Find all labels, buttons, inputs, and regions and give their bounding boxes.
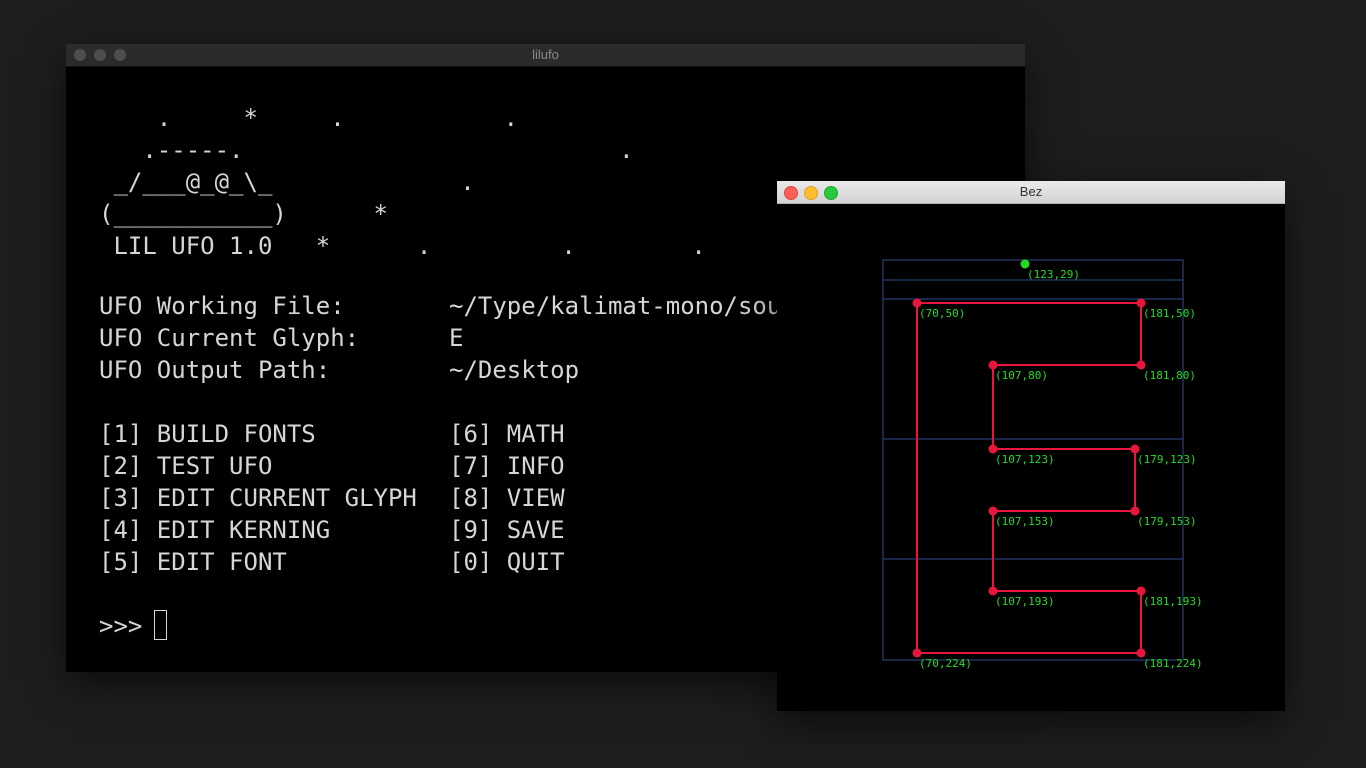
bez-titlebar[interactable]: Bez [777, 181, 1285, 204]
menu-option-edit-kerning: [4] EDIT KERNING [99, 516, 331, 544]
terminal-title: lilufo [532, 47, 559, 62]
output-path-value: ~/Desktop [449, 356, 580, 384]
ufo-art-line: .-----. . [99, 136, 634, 164]
contour-point-label: (107,193) [995, 595, 1055, 608]
contour-points: (70,50) (181,50) (107,80) (181,80) (107,123)… [912, 298, 1203, 670]
ufo-version-line: LIL UFO 1.0 * . . . [99, 232, 706, 260]
contour-point-label: (179,153) [1137, 515, 1197, 528]
current-glyph-label: UFO Current Glyph: [99, 324, 360, 352]
contour-point-label: (107,80) [995, 369, 1048, 382]
glyph-canvas[interactable]: (70,50) (181,50) (107,80) (181,80) (107,123)… [777, 203, 1285, 711]
menu-option-edit-glyph: [3] EDIT CURRENT GLYPH [99, 484, 417, 512]
contour-point-label: (179,123) [1137, 453, 1197, 466]
minimize-button[interactable] [94, 49, 106, 61]
zoom-button[interactable] [114, 49, 126, 61]
menu-option-math: [6] MATH [449, 420, 565, 448]
contour-point-label: (107,123) [995, 453, 1055, 466]
menu-option-view: [8] VIEW [449, 484, 565, 512]
contour-point-label: (181,50) [1143, 307, 1196, 320]
menu-option-edit-font: [5] EDIT FONT [99, 548, 287, 576]
terminal-cursor[interactable] [154, 610, 167, 640]
bez-title: Bez [1019, 184, 1043, 199]
menu-option-save: [9] SAVE [449, 516, 565, 544]
menu-option-info: [7] INFO [449, 452, 565, 480]
ufo-art-line: (___________) * [99, 200, 388, 228]
current-glyph-value: E [449, 324, 464, 352]
terminal-titlebar[interactable]: lilufo [66, 44, 1025, 67]
output-path-label: UFO Output Path: [99, 356, 331, 384]
close-button[interactable] [784, 186, 798, 200]
contour-point-label: (181,193) [1143, 595, 1203, 608]
bez-window[interactable]: Bez (70,50) (181,50) (107,80) (181,80) (107,… [777, 181, 1285, 711]
contour-point-label: (181,224) [1143, 657, 1203, 670]
ufo-art-line: . * . . [99, 104, 519, 132]
command-prompt: >>> [99, 612, 143, 640]
contour-point-label: (181,80) [1143, 369, 1196, 382]
minimize-button[interactable] [804, 186, 818, 200]
contour-point-label: (70,50) [919, 307, 965, 320]
working-file-value: ~/Type/kalimat-mono/sour [449, 292, 796, 320]
contour-point-label: (107,153) [995, 515, 1055, 528]
menu-option-quit: [0] QUIT [449, 548, 565, 576]
contour-point-label: (70,224) [919, 657, 972, 670]
menu-option-build-fonts: [1] BUILD FONTS [99, 420, 316, 448]
ufo-art-line: _/___@_@_\_ . [99, 168, 475, 196]
working-file-label: UFO Working File: [99, 292, 345, 320]
close-button[interactable] [74, 49, 86, 61]
zoom-button[interactable] [824, 186, 838, 200]
menu-option-test-ufo: [2] TEST UFO [99, 452, 273, 480]
glyph-anchor-label: (123,29) [1027, 268, 1080, 281]
